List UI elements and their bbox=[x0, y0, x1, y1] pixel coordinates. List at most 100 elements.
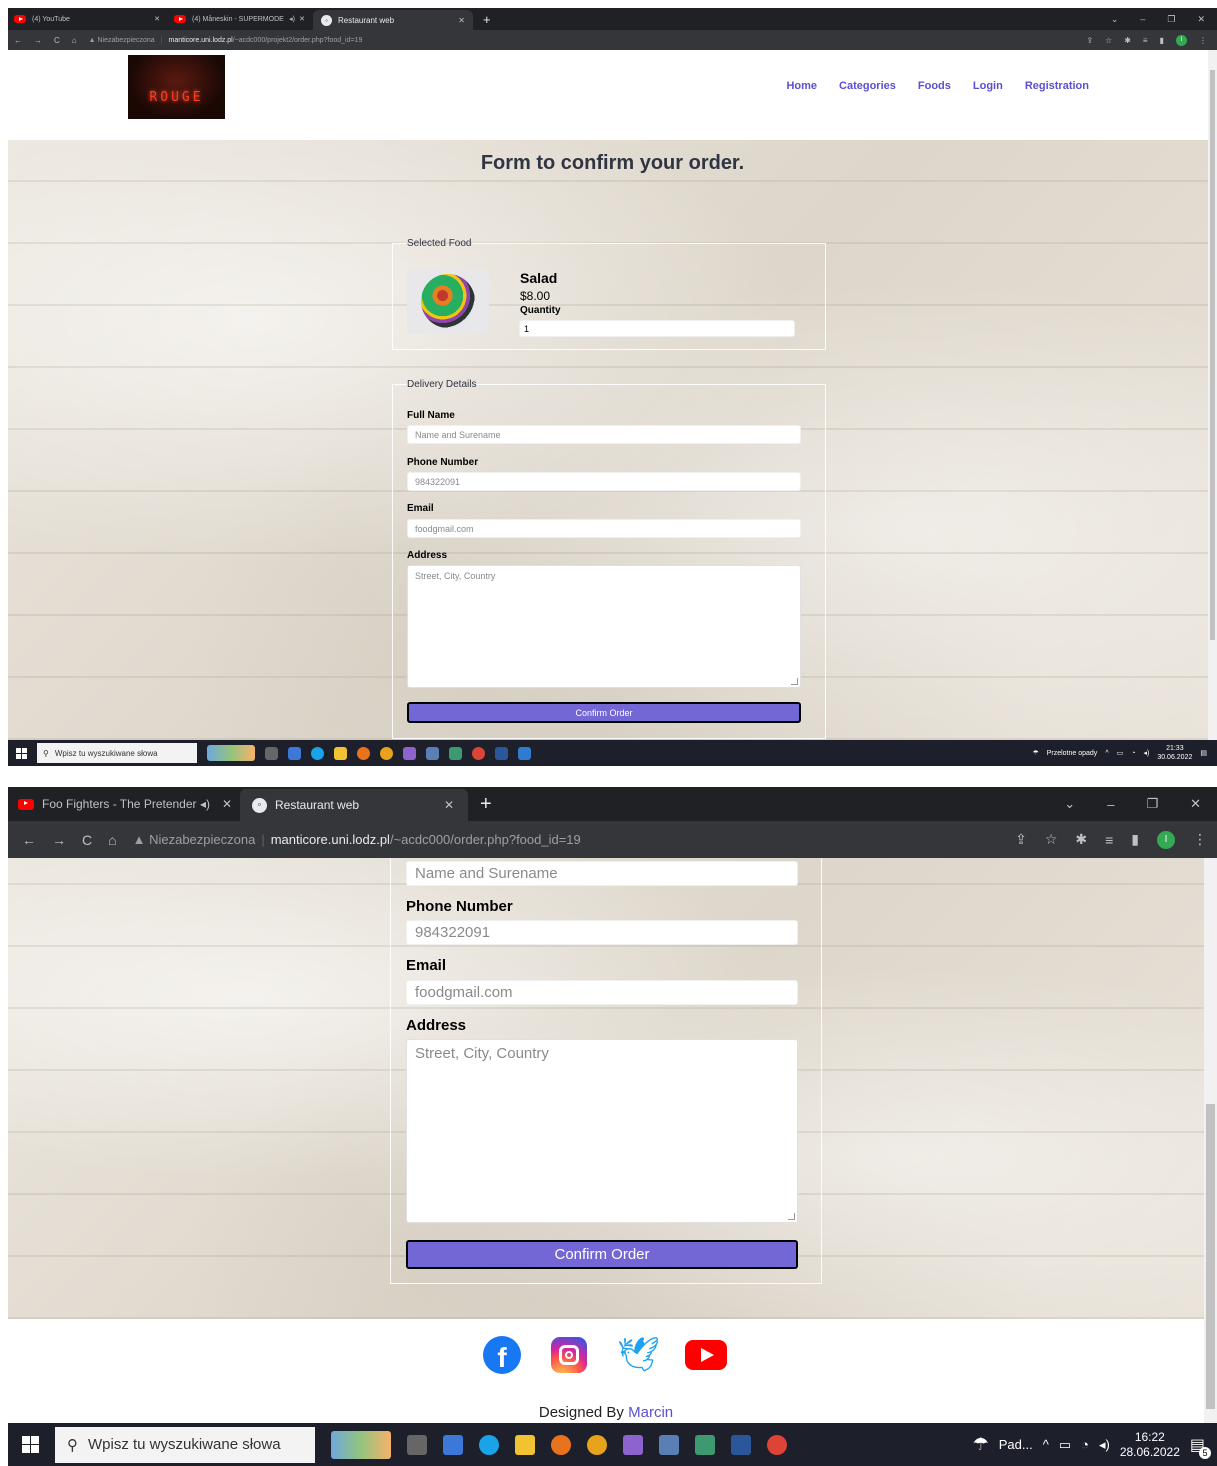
nav-login[interactable]: Login bbox=[973, 80, 1003, 92]
clock[interactable]: 16:22 28.06.2022 bbox=[1120, 1430, 1180, 1460]
speaker-icon[interactable]: ◂) bbox=[1099, 1437, 1110, 1453]
tray-chevron-icon[interactable]: ^ bbox=[1105, 750, 1108, 757]
address-bar[interactable]: ▲ Niezabezpieczona | manticore.uni.lodz.… bbox=[133, 832, 581, 847]
close-tab-icon[interactable]: ✕ bbox=[222, 797, 232, 811]
email-input[interactable]: foodgmail.com bbox=[407, 519, 801, 538]
address-textarea[interactable]: Street, City, Country bbox=[406, 1039, 798, 1223]
opera-icon[interactable] bbox=[380, 746, 393, 760]
minimize-button[interactable]: – bbox=[1107, 797, 1114, 812]
tab-maneskin[interactable]: (4) Måneskin - SUPERMODE ◂) ✕ bbox=[168, 8, 313, 30]
news-widget-icon[interactable] bbox=[207, 745, 255, 761]
chrome-icon[interactable] bbox=[472, 746, 485, 760]
confirm-order-button[interactable]: Confirm Order bbox=[407, 702, 801, 723]
twitter-icon[interactable]: 🕊 bbox=[617, 1338, 660, 1372]
extensions-icon[interactable]: ✱ bbox=[1124, 36, 1131, 45]
restore-button[interactable]: ❐ bbox=[1167, 14, 1175, 25]
scrollbar-thumb[interactable] bbox=[1210, 70, 1215, 640]
star-icon[interactable]: ☆ bbox=[1105, 36, 1112, 45]
scrollbar[interactable] bbox=[1204, 858, 1217, 1423]
profile-icon[interactable]: I bbox=[1176, 34, 1187, 46]
reload-icon[interactable]: C bbox=[54, 36, 60, 45]
firefox-icon[interactable] bbox=[357, 746, 370, 760]
side-panel-icon[interactable]: ▮ bbox=[1131, 831, 1139, 848]
forward-icon[interactable]: → bbox=[52, 832, 66, 848]
share-icon[interactable]: ⇪ bbox=[1015, 831, 1027, 848]
opera-icon[interactable] bbox=[587, 1434, 607, 1455]
taskbar-search[interactable]: ⚲ Wpisz tu wyszukiwane słowa bbox=[55, 1426, 315, 1463]
taskbar-app-icon[interactable] bbox=[449, 746, 462, 760]
edge-icon[interactable] bbox=[311, 746, 324, 760]
clock[interactable]: 21:33 30.06.2022 bbox=[1157, 744, 1192, 762]
edge-icon[interactable] bbox=[479, 1434, 499, 1455]
nav-registration[interactable]: Registration bbox=[1025, 80, 1089, 92]
extensions-icon[interactable]: ✱ bbox=[1075, 831, 1087, 848]
chrome-icon[interactable] bbox=[767, 1434, 787, 1455]
taskbar-app-icon[interactable] bbox=[288, 746, 301, 760]
new-tab-button[interactable]: + bbox=[480, 793, 492, 816]
reading-list-icon[interactable]: ≡ bbox=[1143, 36, 1148, 45]
windows-start-icon[interactable] bbox=[22, 1436, 39, 1453]
address-bar[interactable]: ▲ Niezabezpieczona | manticore.uni.lodz.… bbox=[89, 37, 363, 44]
reading-list-icon[interactable]: ≡ bbox=[1105, 832, 1113, 848]
battery-icon[interactable]: ▭ bbox=[1059, 1437, 1071, 1453]
phone-input[interactable]: 984322091 bbox=[406, 920, 798, 945]
chevron-down-icon[interactable]: ⌄ bbox=[1111, 14, 1119, 25]
tab-restaurant-web[interactable]: ◦ Restaurant web ✕ bbox=[313, 10, 473, 30]
visual-studio-icon[interactable] bbox=[623, 1434, 643, 1455]
minimize-button[interactable]: – bbox=[1140, 14, 1145, 24]
audio-icon[interactable]: ◂) bbox=[200, 797, 210, 811]
nav-foods[interactable]: Foods bbox=[918, 80, 951, 92]
profile-icon[interactable]: I bbox=[1157, 830, 1175, 849]
visual-studio-code-icon[interactable] bbox=[518, 746, 531, 760]
address-textarea[interactable]: Street, City, Country bbox=[407, 565, 801, 688]
scrollbar[interactable] bbox=[1208, 50, 1217, 740]
forward-icon[interactable]: → bbox=[34, 36, 42, 45]
close-tab-icon[interactable]: ✕ bbox=[299, 15, 305, 23]
tray-chevron-icon[interactable]: ^ bbox=[1043, 1437, 1049, 1452]
author-link[interactable]: Marcin bbox=[628, 1404, 673, 1421]
share-icon[interactable]: ⇪ bbox=[1086, 36, 1093, 45]
back-icon[interactable]: ← bbox=[14, 36, 22, 45]
taskbar-app-icon[interactable] bbox=[426, 746, 439, 760]
network-icon[interactable]: ◔ bbox=[1081, 1437, 1089, 1452]
taskbar-search[interactable]: ⚲ Wpisz tu wyszukiwane słowa bbox=[37, 743, 197, 763]
taskbar-app-icon[interactable] bbox=[659, 1434, 679, 1455]
windows-start-icon[interactable] bbox=[16, 747, 27, 759]
tab-foo-fighters[interactable]: Foo Fighters - The Pretender ◂) ✕ bbox=[8, 787, 240, 821]
new-tab-button[interactable]: + bbox=[483, 12, 491, 27]
home-icon[interactable]: ⌂ bbox=[72, 36, 77, 45]
full-name-input[interactable]: Name and Surename bbox=[406, 861, 798, 886]
close-window-button[interactable]: ✕ bbox=[1197, 14, 1205, 25]
close-tab-icon[interactable]: ✕ bbox=[444, 798, 454, 812]
close-tab-icon[interactable]: ✕ bbox=[154, 15, 160, 23]
restore-button[interactable]: ❐ bbox=[1146, 796, 1158, 812]
firefox-icon[interactable] bbox=[551, 1434, 571, 1455]
phone-input[interactable]: 984322091 bbox=[407, 472, 801, 491]
full-name-input[interactable]: Name and Surename bbox=[407, 425, 801, 444]
news-widget-icon[interactable] bbox=[331, 1430, 391, 1459]
confirm-order-button[interactable]: Confirm Order bbox=[406, 1240, 798, 1269]
chevron-down-icon[interactable]: ⌄ bbox=[1064, 796, 1075, 812]
email-input[interactable]: foodgmail.com bbox=[406, 980, 798, 1005]
network-icon[interactable]: ◔ bbox=[1131, 750, 1135, 757]
battery-icon[interactable]: ▭ bbox=[1117, 749, 1124, 757]
tab-youtube[interactable]: (4) YouTube ✕ bbox=[8, 8, 168, 30]
notification-icon[interactable]: ▤ 5 bbox=[1190, 1435, 1211, 1459]
task-view-icon[interactable] bbox=[407, 1434, 427, 1455]
file-explorer-icon[interactable] bbox=[334, 746, 347, 760]
back-icon[interactable]: ← bbox=[22, 832, 36, 848]
scrollbar-thumb[interactable] bbox=[1206, 1104, 1215, 1409]
tab-restaurant-web[interactable]: ◦ Restaurant web ✕ bbox=[240, 789, 468, 821]
youtube-icon[interactable] bbox=[685, 1340, 727, 1370]
home-icon[interactable]: ⌂ bbox=[108, 832, 116, 848]
facebook-icon[interactable]: f bbox=[483, 1336, 521, 1374]
menu-icon[interactable]: ⋮ bbox=[1193, 831, 1207, 848]
site-logo[interactable]: ROUGE bbox=[128, 55, 225, 119]
taskbar-app-icon[interactable] bbox=[443, 1434, 463, 1455]
nav-home[interactable]: Home bbox=[786, 80, 817, 92]
side-panel-icon[interactable]: ▮ bbox=[1160, 36, 1164, 45]
quantity-input[interactable]: 1 bbox=[519, 320, 795, 337]
visual-studio-icon[interactable] bbox=[403, 746, 416, 760]
file-explorer-icon[interactable] bbox=[515, 1434, 535, 1455]
word-icon[interactable] bbox=[731, 1434, 751, 1455]
